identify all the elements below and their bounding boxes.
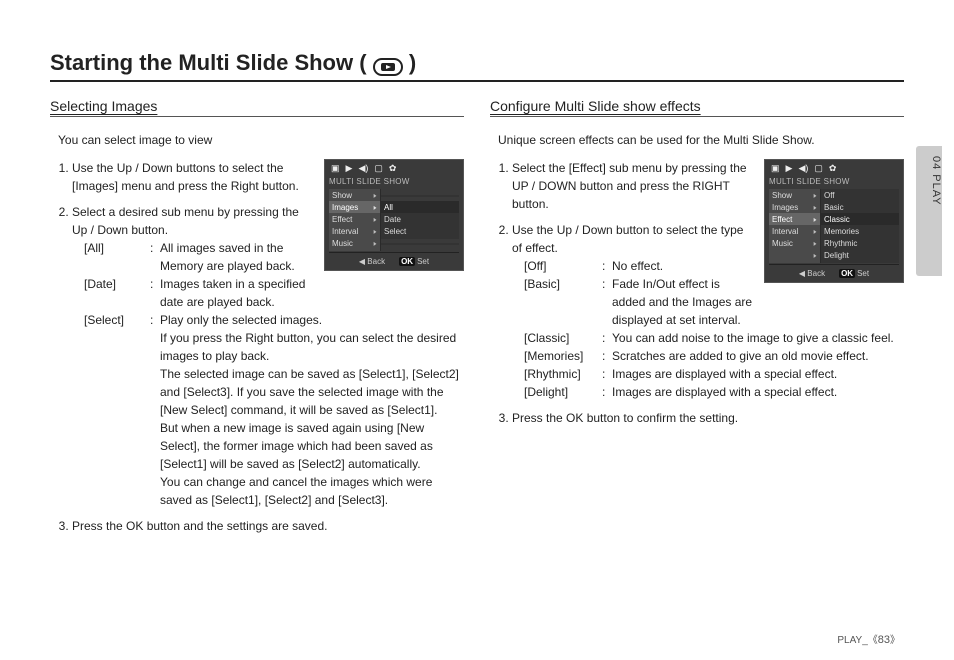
menu-row: ▸Delight	[769, 250, 899, 262]
device-screen-right: ▣ ▶ ◀) ▢ ✿ MULTI SLIDE SHOW Show▸OffImag…	[764, 159, 904, 283]
screen-title: MULTI SLIDE SHOW	[329, 176, 459, 188]
screen-title: MULTI SLIDE SHOW	[769, 176, 899, 188]
right-heading: Configure Multi Slide show effects	[490, 98, 904, 117]
right-column: Configure Multi Slide show effects Uniqu…	[490, 98, 904, 543]
left-column: Selecting Images You can select image to…	[50, 98, 464, 543]
menu-row: Music▸	[329, 238, 459, 250]
screen-footer: ◀ Back OKSet	[329, 252, 459, 268]
back-arrow-icon: ◀	[799, 269, 805, 278]
playback-tab-icon: ▶	[786, 164, 793, 173]
playback-tab-icon: ▶	[346, 164, 353, 173]
page-footer: PLAY_《83》	[837, 631, 900, 646]
ok-badge: OK	[399, 257, 415, 266]
page-title: Starting the Multi Slide Show ( )	[50, 50, 904, 82]
settings-tab-icon: ✿	[829, 164, 837, 173]
sound-tab-icon: ◀)	[358, 164, 368, 173]
ok-badge: OK	[839, 269, 855, 278]
chapter-side-tab: 04 PLAY	[916, 146, 942, 276]
screen-tabbar: ▣ ▶ ◀) ▢ ✿	[769, 164, 899, 173]
title-suffix: )	[409, 50, 416, 75]
left-heading: Selecting Images	[50, 98, 464, 117]
right-step-3: Press the OK button to confirm the setti…	[512, 409, 904, 427]
sound-tab-icon: ◀)	[798, 164, 808, 173]
screen-tabbar: ▣ ▶ ◀) ▢ ✿	[329, 164, 459, 173]
screen-menu-rows: Show▸OffImages▸BasicEffect▸ClassicInterv…	[769, 190, 899, 262]
settings-tab-icon: ✿	[389, 164, 397, 173]
display-tab-icon: ▢	[374, 164, 383, 173]
back-arrow-icon: ◀	[359, 257, 365, 266]
right-intro: Unique screen effects can be used for th…	[498, 131, 900, 149]
left-step-3: Press the OK button and the settings are…	[72, 517, 464, 535]
slideshow-tab-icon: ▣	[331, 164, 340, 173]
screen-footer: ◀ Back OKSet	[769, 264, 899, 280]
slideshow-tab-icon: ▣	[771, 164, 780, 173]
display-tab-icon: ▢	[814, 164, 823, 173]
left-intro: You can select image to view	[58, 131, 460, 149]
screen-menu-rows: Show▸Images▸AllEffect▸DateInterval▸Selec…	[329, 190, 459, 250]
title-prefix: Starting the Multi Slide Show (	[50, 50, 367, 75]
device-screen-left: ▣ ▶ ◀) ▢ ✿ MULTI SLIDE SHOW Show▸Images▸…	[324, 159, 464, 271]
slideshow-icon	[373, 58, 403, 76]
